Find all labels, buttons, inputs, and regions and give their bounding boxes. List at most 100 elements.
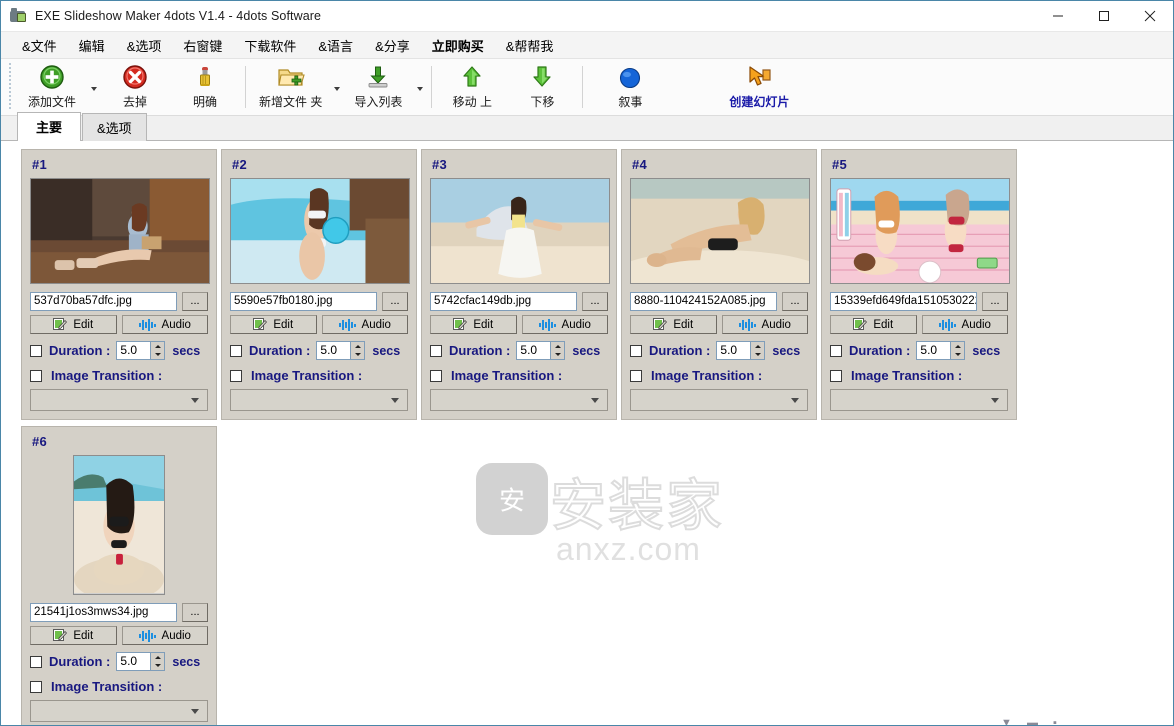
menu-item-share[interactable]: &分享 [364,33,421,58]
transition-checkbox[interactable] [630,369,642,382]
duration-checkbox[interactable] [830,344,842,357]
duration-value[interactable]: 5.0 [716,341,751,360]
spin-up-icon[interactable] [151,342,164,351]
slide-card[interactable]: #4 8880-110424152A085.jpg ... Edit Audio… [621,149,817,420]
toolbar-create-slideshow[interactable]: 创建幻灯片 [696,59,822,115]
toolbar-add-folder[interactable]: 新增文件 夹 [251,59,330,115]
filename-input[interactable]: 15339efd649fda151053022282 [830,292,977,311]
transition-select[interactable] [30,389,208,411]
transition-checkbox[interactable] [30,680,42,693]
edit-button[interactable]: Edit [230,315,317,334]
transition-checkbox[interactable] [30,369,42,382]
browse-button[interactable]: ... [182,603,208,622]
menu-item-help[interactable]: &帮帮我 [495,33,565,58]
thumbnail-image[interactable] [430,178,610,284]
spin-up-icon[interactable] [551,342,564,351]
filename-input[interactable]: 537d70ba57dfc.jpg [30,292,177,311]
duration-spin-buttons[interactable] [150,652,166,671]
spin-up-icon[interactable] [151,653,164,662]
duration-checkbox[interactable] [630,344,642,357]
audio-button[interactable]: Audio [521,315,608,334]
thumbnail-image[interactable] [230,178,410,284]
slide-card[interactable]: #6 21541j1os3mws34.jpg ... Edit Audio Du… [21,426,217,725]
slide-card[interactable]: #1 537d70ba57dfc.jpg ... Edit Audio Dura… [21,149,217,420]
spin-down-icon[interactable] [751,351,764,360]
import-list-dropdown-arrow[interactable] [413,59,426,115]
thumbnail-image[interactable] [73,455,165,595]
menu-item-language[interactable]: &语言 [307,33,364,58]
slide-card[interactable]: #5 15339efd649fda151053022 ... Edit Audi… [821,149,1017,420]
toolbar-add-file[interactable]: 添加文件 [17,59,87,115]
menu-item-edit[interactable]: 编辑 [68,33,116,58]
thumbnail-image[interactable] [630,178,810,284]
duration-value[interactable]: 5.0 [916,341,951,360]
transition-select[interactable] [230,389,408,411]
slide-card[interactable]: #2 5590e57fb0180.jpg ... Edit Audio Dura… [221,149,417,420]
duration-stepper[interactable]: 5.0 [316,341,366,360]
browse-button[interactable]: ... [582,292,608,311]
menu-item-file[interactable]: &文件 [11,33,68,58]
menu-item-buy-now[interactable]: 立即购买 [421,33,495,58]
edit-button[interactable]: Edit [30,315,117,334]
duration-value[interactable]: 5.0 [116,652,151,671]
thumbnail-image[interactable] [30,178,210,284]
toolbar-grip[interactable] [7,63,14,111]
duration-spin-buttons[interactable] [150,341,166,360]
spin-down-icon[interactable] [551,351,564,360]
duration-stepper[interactable]: 5.0 [116,652,166,671]
duration-stepper[interactable]: 5.0 [516,341,566,360]
audio-button[interactable]: Audio [921,315,1008,334]
duration-value[interactable]: 5.0 [116,341,151,360]
spin-down-icon[interactable] [151,351,164,360]
audio-button[interactable]: Audio [121,315,208,334]
filename-input[interactable]: 21541j1os3mws34.jpg [30,603,177,622]
tab-main[interactable]: 主要 [17,112,82,141]
duration-spin-buttons[interactable] [950,341,966,360]
toolbar-narration[interactable]: 叙事 [588,59,672,115]
browse-button[interactable]: ... [382,292,408,311]
duration-stepper[interactable]: 5.0 [116,341,166,360]
duration-stepper[interactable]: 5.0 [916,341,966,360]
slide-card[interactable]: #3 5742cfac149db.jpg ... Edit Audio Dura… [421,149,617,420]
audio-button[interactable]: Audio [121,626,208,645]
filename-input[interactable]: 5590e57fb0180.jpg [230,292,377,311]
transition-checkbox[interactable] [230,369,242,382]
toolbar-move-down[interactable]: 下移 [507,59,577,115]
edit-button[interactable]: Edit [830,315,917,334]
spin-up-icon[interactable] [351,342,364,351]
close-icon[interactable] [1127,1,1173,31]
transition-select[interactable] [30,700,208,722]
toolbar-move-up[interactable]: 移动 上 [437,59,507,115]
toolbar-remove[interactable]: 去掉 [100,59,170,115]
add-folder-dropdown-arrow[interactable] [330,59,343,115]
minimize-icon[interactable] [1035,1,1081,31]
duration-checkbox[interactable] [430,344,442,357]
thumbnail-image[interactable] [830,178,1010,284]
transition-checkbox[interactable] [830,369,842,382]
duration-spin-buttons[interactable] [750,341,766,360]
spin-up-icon[interactable] [951,342,964,351]
audio-button[interactable]: Audio [321,315,408,334]
edit-button[interactable]: Edit [430,315,517,334]
spin-down-icon[interactable] [951,351,964,360]
menu-item-context[interactable]: 右窗键 [172,33,233,58]
menu-item-download[interactable]: 下载软件 [233,33,307,58]
spin-up-icon[interactable] [751,342,764,351]
toolbar-clear[interactable]: 明确 [170,59,240,115]
duration-spin-buttons[interactable] [350,341,366,360]
edit-button[interactable]: Edit [630,315,717,334]
maximize-icon[interactable] [1081,1,1127,31]
tab-options[interactable]: &选项 [82,113,147,141]
spin-down-icon[interactable] [351,351,364,360]
audio-button[interactable]: Audio [721,315,808,334]
transition-checkbox[interactable] [430,369,442,382]
filename-input[interactable]: 5742cfac149db.jpg [430,292,577,311]
filename-input[interactable]: 8880-110424152A085.jpg [630,292,777,311]
transition-select[interactable] [430,389,608,411]
browse-button[interactable]: ... [982,292,1008,311]
browse-button[interactable]: ... [182,292,208,311]
spin-down-icon[interactable] [151,662,164,671]
duration-checkbox[interactable] [230,344,242,357]
transition-select[interactable] [630,389,808,411]
toolbar-import-list[interactable]: 导入列表 [343,59,413,115]
